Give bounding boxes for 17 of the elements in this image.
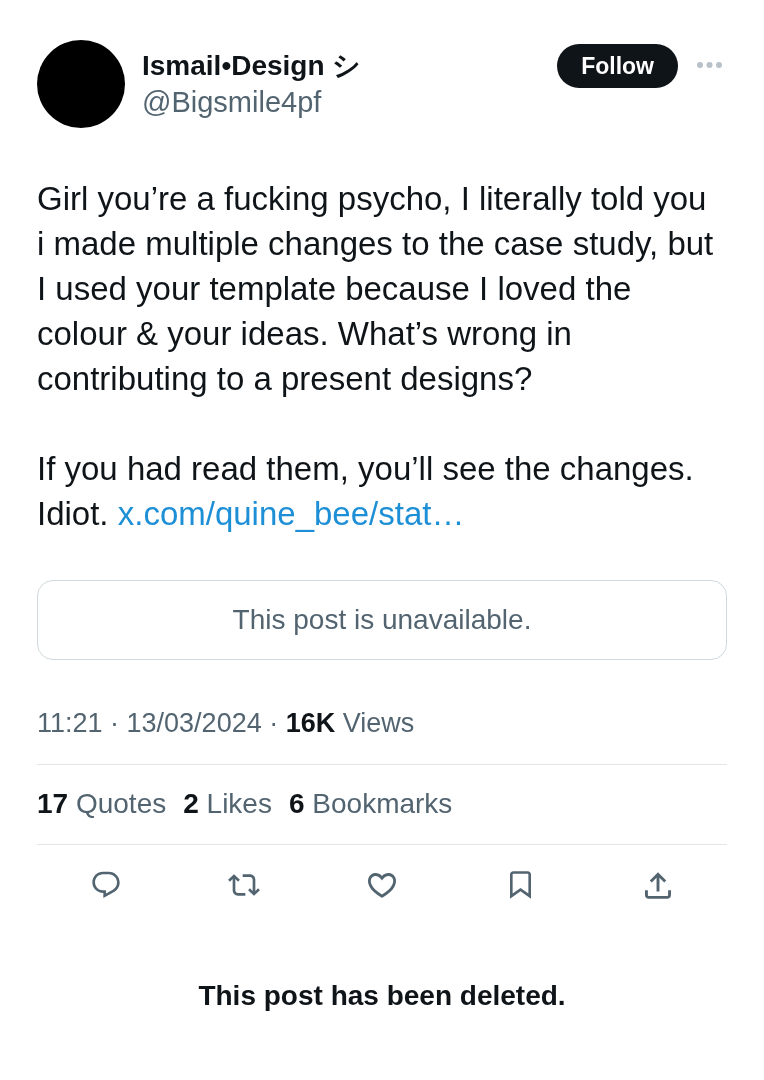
post-link[interactable]: x.com/quine_bee/stat… [117,495,465,532]
bookmark-icon[interactable] [509,871,531,899]
author-handle[interactable]: @Bigsmile4pf [142,86,558,118]
author-name[interactable]: Ismail•Design シ [142,50,558,82]
stat-link[interactable]: 2 Likes [183,788,272,820]
post-text: Girl you’re a fucking psycho, I literally told you i made multiple changes to the case study, but I used your template because I loved the colour & your ideas. What’s wrong in contributing to a present designs? [37,179,715,399]
stat-link[interactable]: 6 Bookmarks [288,788,453,820]
follow-button[interactable]: Follow [557,44,678,88]
unavailable-message: This post is unavailable. [232,604,532,636]
repost-icon[interactable] [228,874,260,896]
heart-icon[interactable] [367,872,397,898]
post-metadata: 11:21 · 13/03/2024 · 16K Views [37,707,416,739]
deleted-notice: This post has been deleted. [198,981,566,1011]
share-icon[interactable] [645,871,671,899]
reply-icon[interactable] [92,871,120,899]
post-text: If you had read them, you’ll see the changes. Idiot. x.com/quine_bee/stat… [37,449,695,534]
stat-link[interactable]: 17 Quotes [37,788,167,820]
